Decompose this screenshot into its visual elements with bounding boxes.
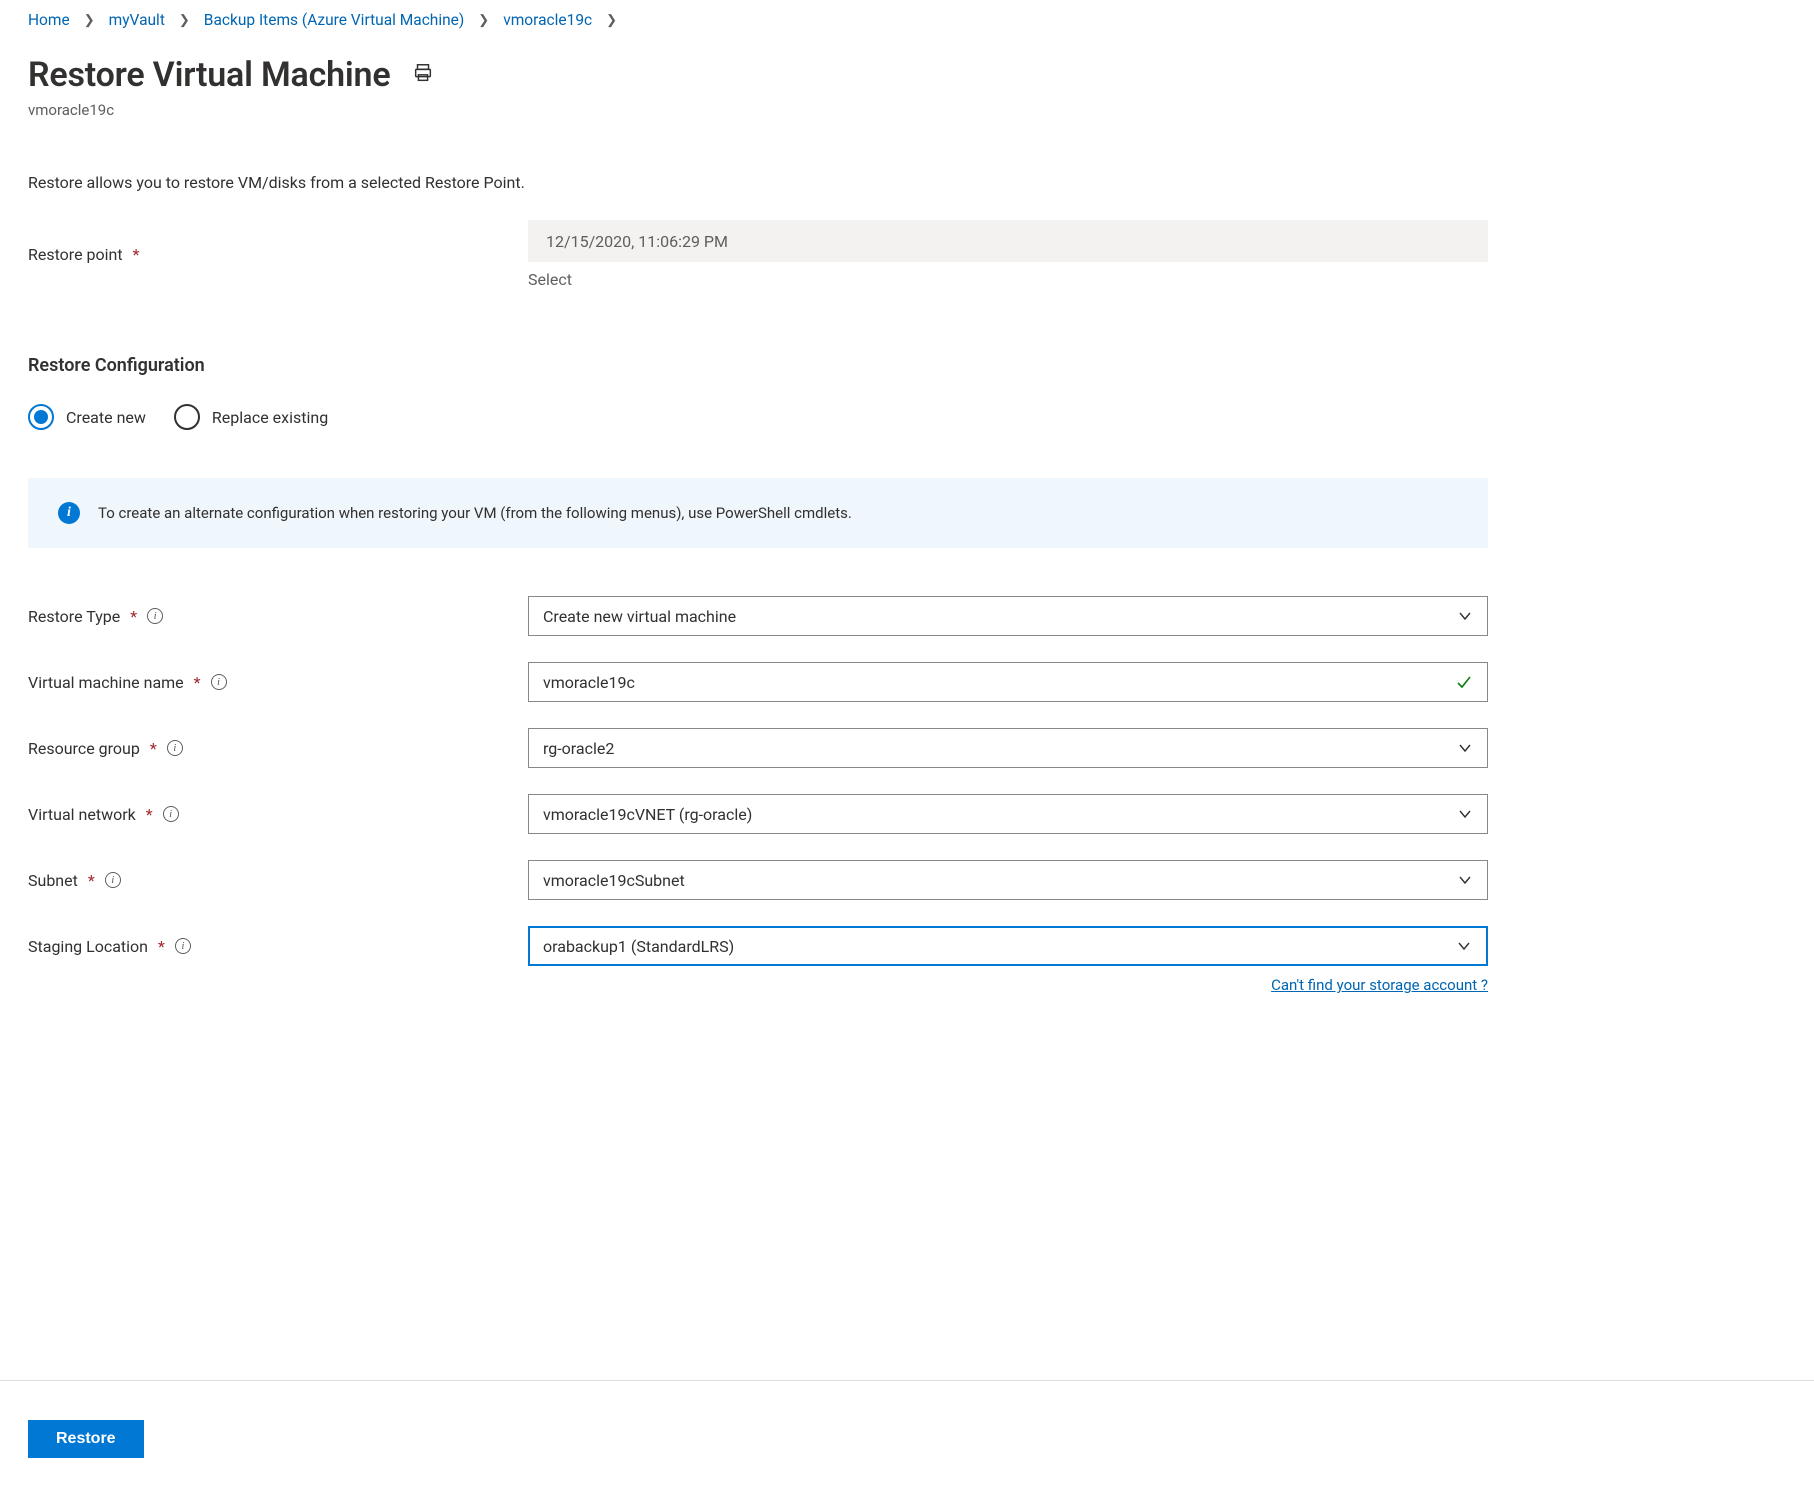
info-circle-icon[interactable]: i — [163, 806, 179, 822]
chevron-right-icon: ❯ — [84, 13, 95, 28]
radio-checked-icon — [28, 404, 54, 430]
chevron-right-icon: ❯ — [179, 13, 190, 28]
radio-create-new[interactable]: Create new — [28, 404, 146, 430]
restore-button[interactable]: Restore — [28, 1420, 144, 1458]
info-circle-icon[interactable]: i — [105, 872, 121, 888]
chevron-down-icon — [1457, 872, 1473, 888]
info-banner-text: To create an alternate configuration whe… — [98, 504, 852, 522]
info-circle-icon[interactable]: i — [147, 608, 163, 624]
virtual-network-select[interactable]: vmoracle19cVNET (rg-oracle) — [528, 794, 1488, 834]
restore-type-label: Restore Type* i — [28, 607, 528, 626]
virtual-network-label: Virtual network* i — [28, 805, 528, 824]
restore-point-value: 12/15/2020, 11:06:29 PM — [528, 220, 1488, 262]
subnet-label: Subnet* i — [28, 871, 528, 890]
chevron-right-icon: ❯ — [478, 13, 489, 28]
subnet-select[interactable]: vmoracle19cSubnet — [528, 860, 1488, 900]
vm-name-label: Virtual machine name* i — [28, 673, 528, 692]
breadcrumb-home[interactable]: Home — [28, 11, 70, 29]
breadcrumb-backup-items[interactable]: Backup Items (Azure Virtual Machine) — [204, 11, 465, 29]
staging-location-label: Staging Location* i — [28, 937, 528, 956]
breadcrumb-myvault[interactable]: myVault — [109, 11, 165, 29]
print-icon[interactable] — [412, 62, 434, 88]
resource-group-label: Resource group* i — [28, 739, 528, 758]
restore-type-select[interactable]: Create new virtual machine — [528, 596, 1488, 636]
resource-group-select[interactable]: rg-oracle2 — [528, 728, 1488, 768]
breadcrumb: Home ❯ myVault ❯ Backup Items (Azure Vir… — [28, 8, 1786, 33]
vm-name-input[interactable]: vmoracle19c — [528, 662, 1488, 702]
chevron-down-icon — [1456, 938, 1472, 954]
page-subtitle: vmoracle19c — [28, 101, 1786, 119]
intro-text: Restore allows you to restore VM/disks f… — [28, 173, 1786, 192]
chevron-down-icon — [1457, 740, 1473, 756]
radio-create-new-label: Create new — [66, 408, 146, 427]
info-circle-icon[interactable]: i — [167, 740, 183, 756]
page-title: Restore Virtual Machine — [28, 55, 390, 95]
chevron-down-icon — [1457, 806, 1473, 822]
info-icon: i — [58, 502, 80, 524]
footer-separator — [0, 1380, 1814, 1381]
chevron-down-icon — [1457, 608, 1473, 624]
info-circle-icon[interactable]: i — [175, 938, 191, 954]
radio-replace-existing-label: Replace existing — [212, 408, 328, 427]
restore-point-label: Restore point* — [28, 245, 528, 264]
info-circle-icon[interactable]: i — [211, 674, 227, 690]
staging-location-select[interactable]: orabackup1 (StandardLRS) — [528, 926, 1488, 966]
chevron-right-icon: ❯ — [606, 13, 617, 28]
breadcrumb-vmoracle19c[interactable]: vmoracle19c — [503, 11, 592, 29]
radio-unchecked-icon — [174, 404, 200, 430]
info-banner: i To create an alternate configuration w… — [28, 478, 1488, 548]
storage-account-help-link[interactable]: Can't find your storage account ? — [1271, 976, 1488, 994]
check-icon — [1455, 673, 1473, 691]
radio-replace-existing[interactable]: Replace existing — [174, 404, 328, 430]
restore-configuration-heading: Restore Configuration — [28, 355, 1786, 376]
restore-point-select-link[interactable]: Select — [528, 270, 1488, 289]
